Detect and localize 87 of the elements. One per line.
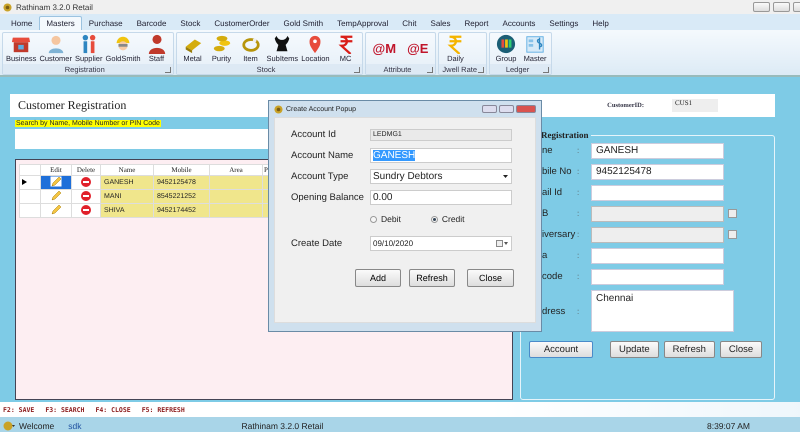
menu-tab[interactable]: Stock	[173, 16, 208, 30]
app-logo-icon[interactable]	[3, 420, 15, 430]
input-field[interactable]	[591, 268, 724, 284]
input-field[interactable]	[591, 184, 724, 200]
window-title: Rathinam 3.2.0 Retail	[16, 2, 93, 12]
dialog-launcher-icon[interactable]	[478, 67, 484, 73]
colon: :	[577, 167, 580, 176]
dialog-launcher-icon[interactable]	[354, 67, 360, 73]
dialog-launcher-icon[interactable]	[427, 67, 434, 73]
close-button[interactable]	[516, 105, 536, 113]
radio-label: Debit	[381, 214, 401, 224]
popup-button[interactable]: Close	[467, 269, 514, 287]
group-title: Registration	[540, 130, 590, 140]
menu-tab[interactable]: Sales	[423, 16, 458, 30]
field-label: code	[542, 271, 564, 282]
books-icon	[496, 34, 516, 54]
caret-icon	[503, 175, 508, 178]
address-field[interactable]: Chennai	[591, 290, 734, 332]
menu-tab[interactable]: Help	[585, 16, 616, 30]
person-icon	[146, 34, 166, 54]
field-label: Account Id	[291, 129, 337, 140]
user-name: sdk	[68, 420, 82, 430]
menu-tab[interactable]: Purchase	[82, 16, 130, 30]
app-logo-icon	[274, 104, 283, 114]
ledger-icon	[525, 34, 546, 54]
colon: :	[577, 230, 580, 239]
colon: :	[577, 146, 580, 155]
radio-label: Credit	[442, 214, 465, 224]
field-label: Opening Balance	[291, 192, 365, 203]
maximize-button[interactable]	[499, 105, 514, 113]
field-label: Account Name	[291, 150, 354, 161]
clock: 8:39:07 AM	[706, 420, 750, 430]
welcome-text: Welcome	[19, 420, 54, 430]
colon: :	[577, 306, 580, 316]
calendar-icon[interactable]	[496, 240, 508, 247]
menu-tab[interactable]: Report	[458, 16, 496, 30]
field-label: Create Date	[291, 238, 344, 249]
menu-tab[interactable]: Settings	[542, 16, 586, 30]
field-label: ail Id	[542, 187, 564, 198]
attribute-button[interactable]: @M	[368, 41, 400, 56]
menu-tab[interactable]: CustomerOrder	[207, 16, 277, 30]
field-label: ne	[542, 145, 554, 156]
form-button[interactable]: Close	[720, 341, 762, 358]
date-field[interactable]: 09/10/2020	[370, 236, 512, 251]
input-field[interactable]: GANESH	[591, 142, 724, 158]
menu-tab[interactable]: TempApproval	[330, 16, 396, 30]
field-label: B	[542, 208, 550, 219]
coins-icon	[212, 34, 232, 54]
menu-tab[interactable]: Masters	[39, 16, 82, 30]
dialog-launcher-icon[interactable]	[543, 67, 550, 73]
attribute-button[interactable]: @E	[403, 41, 432, 56]
popup-button[interactable]: Refresh	[409, 269, 455, 287]
field-label: dress	[542, 306, 566, 316]
colon: :	[577, 272, 580, 281]
field-label: a	[542, 250, 548, 261]
radio-button[interactable]	[370, 216, 377, 222]
minimize-button[interactable]	[482, 105, 497, 113]
form-title: Customer Registration	[18, 98, 126, 113]
menu-tab[interactable]: Home	[4, 16, 40, 30]
popup-button[interactable]: Add	[355, 269, 401, 287]
input-field[interactable]	[591, 248, 724, 264]
menu-tab[interactable]: Chit	[395, 16, 424, 30]
app-logo-icon	[3, 2, 12, 12]
delete-icon[interactable]	[81, 176, 91, 186]
input-field[interactable]: 9452125478	[591, 164, 724, 180]
dialog-launcher-icon[interactable]	[164, 67, 170, 73]
radio-button[interactable]	[430, 216, 438, 222]
form-button[interactable]: Update	[610, 341, 659, 358]
field-label: iversary	[542, 229, 576, 240]
restore-button[interactable]	[773, 2, 790, 12]
delete-icon[interactable]	[81, 190, 91, 200]
input-field[interactable]: 0.00	[370, 190, 512, 205]
field-label: Account Type	[291, 171, 350, 182]
menu-tab[interactable]: Gold Smith	[276, 16, 330, 30]
menu-tab[interactable]: Accounts	[496, 16, 542, 30]
field-label: bile No	[542, 166, 573, 177]
dropdown[interactable]: Sundry Debtors	[370, 169, 512, 184]
colon: :	[577, 209, 580, 218]
form-button[interactable]: Refresh	[664, 341, 715, 358]
menu-tab[interactable]: Barcode	[130, 16, 174, 30]
delete-icon[interactable]	[81, 204, 91, 214]
colon: :	[577, 188, 580, 197]
app-name: Rathinam 3.2.0 Retail	[242, 420, 324, 430]
colon: :	[577, 251, 580, 260]
pencil-icon[interactable]	[50, 176, 62, 187]
form-button[interactable]: Account	[529, 341, 593, 358]
minimize-button[interactable]	[753, 2, 770, 12]
